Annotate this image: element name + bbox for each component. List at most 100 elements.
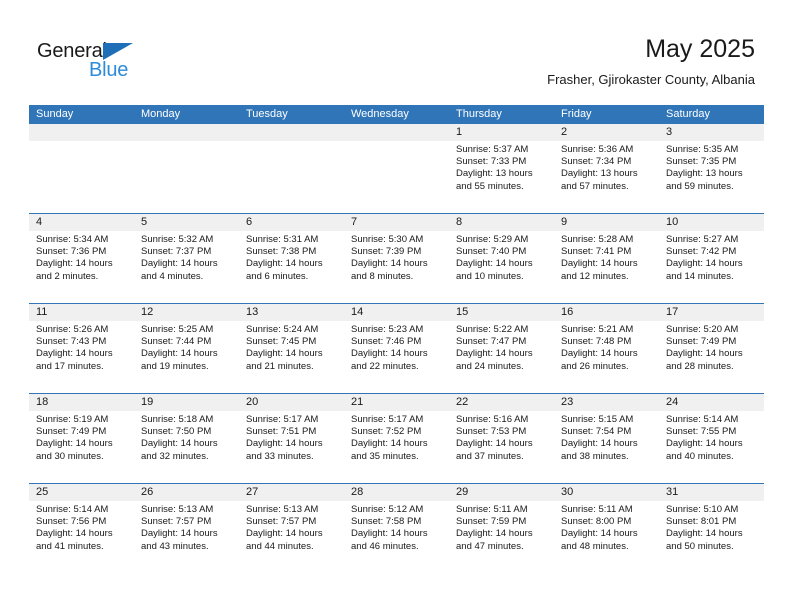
day-cell[interactable]: 28 Sunrise: 5:12 AM Sunset: 7:58 PM Dayligh… — [344, 484, 449, 573]
daylight-text: Daylight: 14 hours and 24 minutes. — [456, 348, 533, 372]
day-number: 7 — [351, 216, 358, 228]
daylight-text: Daylight: 14 hours and 33 minutes. — [246, 438, 323, 462]
sunset-text: Sunset: 7:35 PM — [666, 156, 737, 168]
day-cell[interactable]: 21 Sunrise: 5:17 AM Sunset: 7:52 PM Dayligh… — [344, 394, 449, 483]
day-cell[interactable]: 11 Sunrise: 5:26 AM Sunset: 7:43 PM Dayligh… — [29, 304, 134, 393]
day-details: Sunrise: 5:30 AM Sunset: 7:39 PM Daylight:… — [344, 231, 449, 283]
day-cell[interactable]: 22 Sunrise: 5:16 AM Sunset: 7:53 PM Dayligh… — [449, 394, 554, 483]
calendar-week-row: 25 Sunrise: 5:14 AM Sunset: 7:56 PM Dayligh… — [29, 483, 764, 573]
day-details: Sunrise: 5:14 AM Sunset: 7:56 PM Daylight:… — [29, 501, 134, 553]
sunrise-text: Sunrise: 5:11 AM — [561, 504, 633, 515]
day-cell[interactable]: 27 Sunrise: 5:13 AM Sunset: 7:57 PM Dayligh… — [239, 484, 344, 573]
daylight-text: Daylight: 14 hours and 2 minutes. — [36, 258, 113, 282]
general-blue-logo[interactable]: General Blue — [37, 40, 157, 84]
day-number-band: 6 — [239, 214, 344, 231]
day-cell[interactable]: 29 Sunrise: 5:11 AM Sunset: 7:59 PM Dayligh… — [449, 484, 554, 573]
daylight-text: Daylight: 14 hours and 46 minutes. — [351, 528, 428, 552]
sunset-text: Sunset: 8:01 PM — [666, 516, 737, 528]
day-cell[interactable]: 2 Sunrise: 5:36 AM Sunset: 7:34 PM Daylight… — [554, 124, 659, 213]
daylight-text: Daylight: 14 hours and 30 minutes. — [36, 438, 113, 462]
day-cell[interactable]: 20 Sunrise: 5:17 AM Sunset: 7:51 PM Dayligh… — [239, 394, 344, 483]
day-cell-empty — [134, 124, 239, 213]
day-number-band — [29, 124, 134, 141]
day-cell[interactable]: 6 Sunrise: 5:31 AM Sunset: 7:38 PM Daylight… — [239, 214, 344, 303]
sunset-text: Sunset: 7:58 PM — [351, 516, 422, 528]
day-number: 20 — [246, 396, 259, 408]
day-number-band: 3 — [659, 124, 764, 141]
day-details: Sunrise: 5:22 AM Sunset: 7:47 PM Daylight:… — [449, 321, 554, 373]
day-number: 10 — [666, 216, 679, 228]
sunset-text: Sunset: 7:55 PM — [666, 426, 737, 438]
day-cell[interactable]: 13 Sunrise: 5:24 AM Sunset: 7:45 PM Dayligh… — [239, 304, 344, 393]
day-cell[interactable]: 12 Sunrise: 5:25 AM Sunset: 7:44 PM Dayligh… — [134, 304, 239, 393]
day-details: Sunrise: 5:26 AM Sunset: 7:43 PM Daylight:… — [29, 321, 134, 373]
day-number: 23 — [561, 396, 574, 408]
day-cell[interactable]: 3 Sunrise: 5:35 AM Sunset: 7:35 PM Daylight… — [659, 124, 764, 213]
day-details: Sunrise: 5:15 AM Sunset: 7:54 PM Daylight:… — [554, 411, 659, 463]
day-cell[interactable]: 24 Sunrise: 5:14 AM Sunset: 7:55 PM Dayligh… — [659, 394, 764, 483]
day-number-band: 12 — [134, 304, 239, 321]
day-cell[interactable]: 25 Sunrise: 5:14 AM Sunset: 7:56 PM Dayligh… — [29, 484, 134, 573]
day-number-band: 22 — [449, 394, 554, 411]
day-number: 28 — [351, 486, 364, 498]
calendar-grid: Sunday Monday Tuesday Wednesday Thursday… — [29, 105, 764, 573]
day-number-band: 8 — [449, 214, 554, 231]
day-cell[interactable]: 4 Sunrise: 5:34 AM Sunset: 7:36 PM Daylight… — [29, 214, 134, 303]
day-number-band: 19 — [134, 394, 239, 411]
day-details: Sunrise: 5:36 AM Sunset: 7:34 PM Daylight:… — [554, 141, 659, 193]
weekday-header-tuesday: Tuesday — [246, 108, 288, 120]
weekday-header-sunday: Sunday — [36, 108, 74, 120]
day-number-band — [344, 124, 449, 141]
daylight-text: Daylight: 14 hours and 4 minutes. — [141, 258, 218, 282]
day-details: Sunrise: 5:13 AM Sunset: 7:57 PM Daylight:… — [134, 501, 239, 553]
day-number-band: 23 — [554, 394, 659, 411]
sunrise-text: Sunrise: 5:37 AM — [456, 144, 529, 155]
sunrise-text: Sunrise: 5:13 AM — [246, 504, 319, 515]
day-details: Sunrise: 5:27 AM Sunset: 7:42 PM Daylight:… — [659, 231, 764, 283]
sunset-text: Sunset: 7:48 PM — [561, 336, 632, 348]
day-cell[interactable]: 15 Sunrise: 5:22 AM Sunset: 7:47 PM Dayligh… — [449, 304, 554, 393]
day-number-band: 16 — [554, 304, 659, 321]
sunrise-text: Sunrise: 5:28 AM — [561, 234, 634, 245]
day-number: 29 — [456, 486, 469, 498]
day-cell[interactable]: 1 Sunrise: 5:37 AM Sunset: 7:33 PM Daylight… — [449, 124, 554, 213]
day-number: 2 — [561, 126, 568, 138]
daylight-text: Daylight: 14 hours and 17 minutes. — [36, 348, 113, 372]
day-cell[interactable]: 18 Sunrise: 5:19 AM Sunset: 7:49 PM Dayligh… — [29, 394, 134, 483]
day-number: 18 — [36, 396, 49, 408]
day-cell[interactable]: 19 Sunrise: 5:18 AM Sunset: 7:50 PM Dayligh… — [134, 394, 239, 483]
day-cell[interactable]: 26 Sunrise: 5:13 AM Sunset: 7:57 PM Dayligh… — [134, 484, 239, 573]
day-cell[interactable]: 30 Sunrise: 5:11 AM Sunset: 8:00 PM Dayligh… — [554, 484, 659, 573]
day-cell[interactable]: 31 Sunrise: 5:10 AM Sunset: 8:01 PM Dayligh… — [659, 484, 764, 573]
sunrise-text: Sunrise: 5:25 AM — [141, 324, 214, 335]
day-number-band: 24 — [659, 394, 764, 411]
calendar-page: General Blue May 2025 Frasher, Gjirokast… — [0, 0, 792, 612]
sunset-text: Sunset: 7:56 PM — [36, 516, 107, 528]
sunset-text: Sunset: 7:40 PM — [456, 246, 527, 258]
day-cell[interactable]: 8 Sunrise: 5:29 AM Sunset: 7:40 PM Daylight… — [449, 214, 554, 303]
day-details: Sunrise: 5:28 AM Sunset: 7:41 PM Daylight:… — [554, 231, 659, 283]
day-cell[interactable]: 17 Sunrise: 5:20 AM Sunset: 7:49 PM Dayligh… — [659, 304, 764, 393]
day-number-band: 28 — [344, 484, 449, 501]
day-cell[interactable]: 5 Sunrise: 5:32 AM Sunset: 7:37 PM Daylight… — [134, 214, 239, 303]
day-number: 26 — [141, 486, 154, 498]
day-number-band — [134, 124, 239, 141]
sunrise-text: Sunrise: 5:16 AM — [456, 414, 529, 425]
day-number: 11 — [36, 306, 48, 318]
sunset-text: Sunset: 7:45 PM — [246, 336, 317, 348]
day-cell[interactable]: 10 Sunrise: 5:27 AM Sunset: 7:42 PM Dayligh… — [659, 214, 764, 303]
day-cell[interactable]: 7 Sunrise: 5:30 AM Sunset: 7:39 PM Daylight… — [344, 214, 449, 303]
day-cell[interactable]: 9 Sunrise: 5:28 AM Sunset: 7:41 PM Daylight… — [554, 214, 659, 303]
day-cell[interactable]: 16 Sunrise: 5:21 AM Sunset: 7:48 PM Dayligh… — [554, 304, 659, 393]
calendar-week-row: 11 Sunrise: 5:26 AM Sunset: 7:43 PM Dayligh… — [29, 303, 764, 393]
day-number-band: 15 — [449, 304, 554, 321]
day-cell[interactable]: 14 Sunrise: 5:23 AM Sunset: 7:46 PM Dayligh… — [344, 304, 449, 393]
sunset-text: Sunset: 7:54 PM — [561, 426, 632, 438]
day-cell[interactable]: 23 Sunrise: 5:15 AM Sunset: 7:54 PM Dayligh… — [554, 394, 659, 483]
sunrise-text: Sunrise: 5:14 AM — [36, 504, 109, 515]
day-number-band: 4 — [29, 214, 134, 231]
day-details: Sunrise: 5:14 AM Sunset: 7:55 PM Daylight:… — [659, 411, 764, 463]
day-details: Sunrise: 5:25 AM Sunset: 7:44 PM Daylight:… — [134, 321, 239, 373]
daylight-text: Daylight: 14 hours and 22 minutes. — [351, 348, 428, 372]
day-number-band: 25 — [29, 484, 134, 501]
